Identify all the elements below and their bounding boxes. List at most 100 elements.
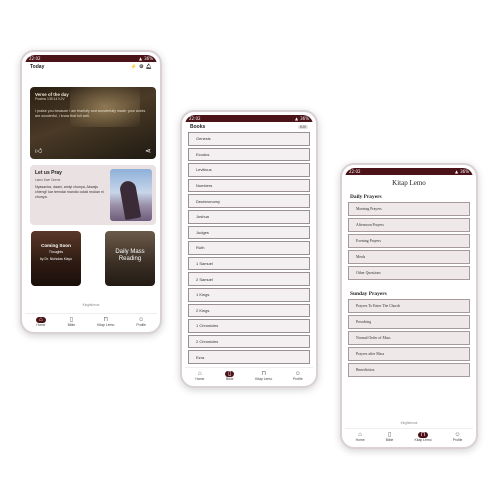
kitap-screen: 22:02 ▲ 36% Kitap Lemo Daily Prayers Morn…: [345, 168, 473, 444]
status-bar: 22:02 ▲ 36%: [25, 55, 157, 62]
daily-prayer-item[interactable]: Other Questions: [348, 266, 470, 280]
today-screen: 22:02 ▲ 36% Today ⚡ ⚙ 🔔︎ Verse of the day P…: [25, 55, 157, 329]
book-list: Genesis Exodus Leviticus Numbers Deuteronomy…: [188, 132, 310, 366]
nav-profile-label: Profile: [292, 376, 303, 381]
nav-home-label: Home: [36, 322, 46, 327]
thumbs-up-icon[interactable]: 👍︎: [35, 146, 42, 155]
sunday-prayer-item[interactable]: Normal Order of Mass: [348, 331, 470, 345]
nav-bible[interactable]: ▯ Bible: [386, 432, 394, 442]
status-time: 22:02: [29, 56, 41, 61]
nav-kitap[interactable]: ⊓ Kitap Lemo: [414, 431, 432, 442]
book-list-item[interactable]: Judges: [188, 225, 310, 240]
battery-level: 36%: [300, 116, 309, 121]
praying-figure-image: [110, 169, 152, 221]
nav-profile[interactable]: ☺ Profile: [136, 317, 146, 327]
tile-coming-soon-label: Coming Soon: [41, 243, 71, 248]
nav-home-label: Home: [195, 376, 205, 381]
tile-author-label: by Dr. Nicholas Kisyo: [39, 257, 73, 261]
daily-prayer-item[interactable]: Afternoon Prayers: [348, 218, 470, 232]
page-title: Books: [190, 123, 206, 130]
verse-text: I praise you because I am fearfully and …: [35, 109, 146, 118]
nav-bible[interactable]: ▯ Bible: [225, 370, 235, 381]
book-list-item[interactable]: 1 Kings: [188, 287, 310, 302]
book-list-item[interactable]: Genesis: [188, 132, 310, 146]
pray-text: Nyasacha, daani, amiyi chunya, Akwaju ch…: [35, 185, 104, 199]
phone-books: 22:02 ▲ 36% Books KJV Genesis Exodus Leviti…: [180, 110, 318, 388]
version-badge[interactable]: KJV: [298, 124, 308, 129]
section-sunday-prayers: Sunday Prayers: [350, 291, 387, 297]
books-screen: 22:02 ▲ 36% Books KJV Genesis Exodus Leviti…: [185, 115, 313, 383]
verse-of-the-day-card[interactable]: Verse of the day Psalms 139:14 KJV I pra…: [30, 87, 156, 159]
sunday-prayer-item[interactable]: Benediction: [348, 363, 470, 377]
nav-home[interactable]: ⌂ Home: [356, 432, 365, 442]
book-list-item[interactable]: Numbers: [188, 178, 310, 193]
book-list-item[interactable]: 2 Samuel: [188, 272, 310, 286]
book-list-item[interactable]: Leviticus: [188, 163, 310, 177]
nav-kitap[interactable]: ⊓ Kitap Lemo: [97, 317, 114, 327]
bolt-icon[interactable]: ⚡: [131, 64, 137, 70]
sunday-prayer-item[interactable]: Prayers after Mass: [348, 347, 470, 361]
nav-profile-label: Profile: [452, 437, 463, 442]
let-us-pray-card[interactable]: Let us Pray Lamu Kwe Ocene Nyasacha, daa…: [30, 165, 156, 225]
book-list-item[interactable]: Joshua: [188, 209, 310, 224]
coming-soon-tile[interactable]: Coming Soon Thoughts by Dr. Nicholas Kis…: [31, 231, 81, 286]
signal-icon: ▲: [295, 116, 299, 121]
today-header: Today ⚡ ⚙ 🔔︎: [25, 62, 157, 72]
gear-icon[interactable]: ⚙: [139, 64, 143, 70]
book-list-item[interactable]: Ezra: [188, 350, 310, 364]
nav-kitap-label: Kitap Lemo: [255, 376, 273, 381]
bottom-nav: ⌂ Home ▯ Bible ⊓ Kitap Lemo ☺ Profile: [185, 367, 313, 383]
daily-prayer-item[interactable]: Morning Prayers: [348, 202, 470, 216]
daily-prayer-item[interactable]: Meals: [348, 250, 470, 264]
sunday-prayers-list: Prayers To Enter The Church Preaching Norm…: [345, 299, 473, 377]
bottom-nav: ⌂ Home ▯ Bible ⊓ Kitap Lemo ☺ Profile: [25, 313, 157, 329]
book-list-item[interactable]: 2 Chronicles: [188, 334, 310, 349]
status-time: 22:02: [349, 169, 361, 174]
nav-kitap-label: Kitap Lemo: [414, 437, 432, 442]
page-title: Kitap Lemo: [392, 179, 426, 187]
bottom-nav: ⌂ Home ▯ Bible ⊓ Kitap Lemo ☺ Profile: [345, 428, 473, 444]
nav-profile-label: Profile: [136, 322, 146, 327]
daily-mass-reading-tile[interactable]: Daily Mass Reading: [105, 231, 155, 286]
sunday-prayer-item[interactable]: Prayers To Enter The Church: [348, 299, 470, 313]
sunday-prayer-item[interactable]: Preaching: [348, 315, 470, 329]
book-list-item[interactable]: Exodus: [188, 147, 310, 162]
daily-prayers-list: Morning Prayers Afternoon Prayers Evening …: [345, 202, 473, 280]
nav-bible-label: Bible: [385, 437, 394, 442]
nav-kitap[interactable]: ⊓ Kitap Lemo: [255, 371, 272, 381]
status-time: 22:02: [189, 116, 201, 121]
share-icon[interactable]: ⋖: [145, 147, 151, 155]
book-list-item[interactable]: Ruth: [188, 241, 310, 255]
nav-bible[interactable]: ▯ Bible: [68, 317, 76, 327]
book-list-item[interactable]: 2 Kings: [188, 303, 310, 318]
nav-home[interactable]: ⌂ Home: [36, 316, 46, 327]
section-daily-prayers: Daily Prayers: [350, 194, 382, 200]
books-header: Books KJV: [185, 122, 313, 131]
nav-kitap-label: Kitap Lemo: [97, 322, 115, 327]
book-list-item[interactable]: Deuteronomy: [188, 194, 310, 208]
bell-icon[interactable]: 🔔︎: [146, 64, 152, 70]
status-bar: 22:02 ▲ 36%: [345, 168, 473, 175]
nav-home[interactable]: ⌂ Home: [195, 371, 204, 381]
tile-daily-mass-label: Daily Mass Reading: [115, 249, 145, 262]
stage: 22:02 ▲ 36% Today ⚡ ⚙ 🔔︎ Verse of the day P…: [0, 0, 500, 500]
nav-profile[interactable]: ☺ Profile: [293, 371, 303, 381]
tile-thoughts-label: Thoughts: [48, 250, 64, 254]
book-list-item[interactable]: 1 Chronicles: [188, 319, 310, 333]
battery-level: 36%: [460, 169, 469, 174]
footer-brand: Kingfishroot: [400, 421, 418, 425]
phone-today: 22:02 ▲ 36% Today ⚡ ⚙ 🔔︎ Verse of the day P…: [20, 50, 162, 334]
verse-reference: Psalms 139:14 KJV: [35, 97, 65, 101]
nav-home-label: Home: [355, 437, 365, 442]
book-list-item[interactable]: 1 Samuel: [188, 256, 310, 271]
status-bar: 22:02 ▲ 36%: [185, 115, 313, 122]
nav-profile[interactable]: ☺ Profile: [453, 432, 463, 442]
page-title: Today: [30, 64, 45, 70]
signal-icon: ▲: [139, 56, 143, 61]
phone-kitap-lemo: 22:02 ▲ 36% Kitap Lemo Daily Prayers Morn…: [340, 163, 478, 449]
footer-brand: Kingfishroot: [82, 303, 100, 307]
nav-bible-label: Bible: [225, 376, 234, 381]
nav-bible-label: Bible: [67, 322, 76, 327]
battery-level: 36%: [144, 56, 153, 61]
daily-prayer-item[interactable]: Evening Prayers: [348, 234, 470, 248]
